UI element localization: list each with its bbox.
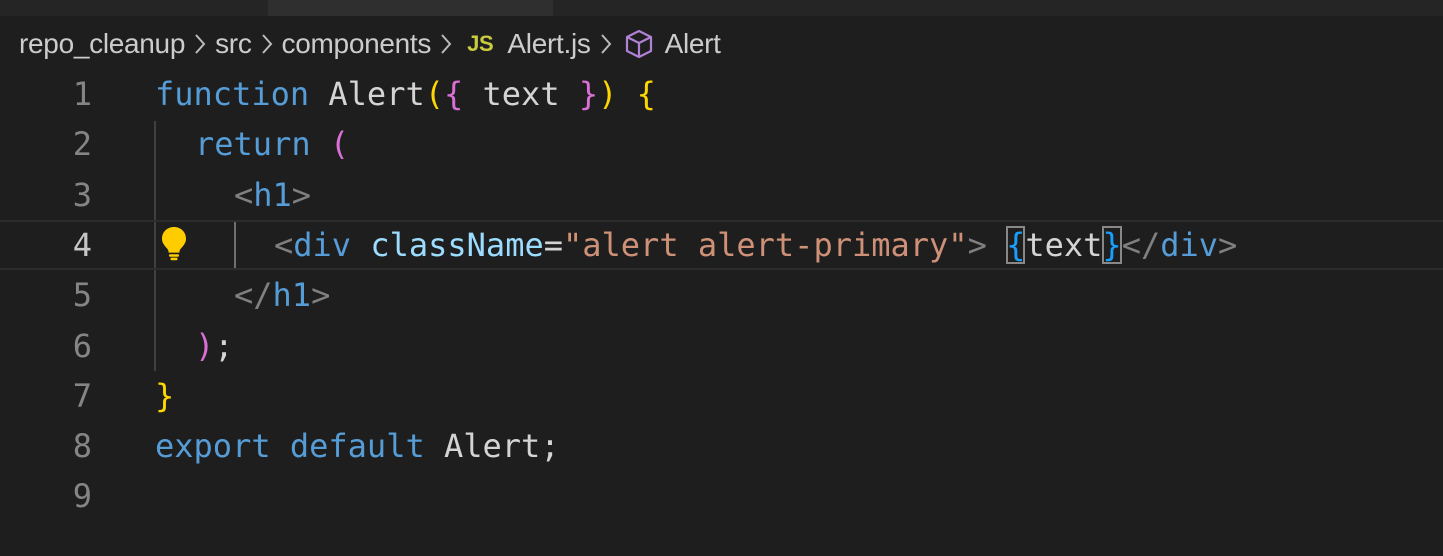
lightbulb-icon[interactable] [160, 225, 188, 261]
brace-open: { [443, 75, 464, 113]
line-content[interactable]: function Alert({ text }) { [155, 69, 656, 119]
line-content[interactable]: <h1> [234, 170, 311, 220]
tab-strip [0, 0, 1443, 16]
tag-punct: > [311, 276, 331, 315]
code-line[interactable]: 8 export default Alert; [0, 421, 1443, 471]
line-content[interactable]: export default Alert; [155, 421, 560, 471]
tag-punct: > [1218, 225, 1238, 264]
keyword-default: default [289, 427, 425, 466]
breadcrumb-item-symbol[interactable]: Alert [665, 28, 721, 60]
bracket-match-open: { [1006, 225, 1026, 264]
tag-punct: > [967, 225, 987, 264]
line-content[interactable]: </h1> [234, 270, 330, 320]
keyword-export: export [155, 427, 271, 466]
breadcrumb-item-file[interactable]: Alert.js [507, 28, 590, 60]
javascript-file-icon: JS [467, 31, 494, 56]
block-close: } [155, 376, 175, 415]
tag-div: div [1160, 225, 1219, 264]
export-identifier: Alert; [424, 427, 560, 466]
semicolon: ; [214, 326, 234, 365]
breadcrumb-item-src[interactable]: src [215, 28, 252, 60]
tag-punct: </ [1121, 225, 1161, 264]
symbol-cube-icon [623, 28, 655, 60]
code-line[interactable]: 1 function Alert({ text }) { [0, 69, 1443, 119]
paren-open: ( [329, 125, 350, 164]
equals: = [543, 225, 563, 264]
code-line[interactable]: 9 [0, 471, 1443, 521]
code-line[interactable]: 5 </h1> [0, 270, 1443, 320]
tag-h1: h1 [253, 175, 292, 214]
line-number[interactable]: 2 [0, 119, 92, 169]
line-content[interactable]: <div className="alert alert-primary"> {t… [274, 220, 1237, 270]
code-line-current[interactable]: 4 <div className="alert alert-primary"> … [0, 219, 1443, 271]
breadcrumb-item-components[interactable]: components [282, 28, 432, 60]
keyword-return: return [195, 125, 311, 164]
tab-scrollbar[interactable] [268, 0, 553, 16]
code-line[interactable]: 7 } [0, 371, 1443, 421]
bracket-match-close: } [1102, 225, 1122, 264]
paren-open: ( [424, 75, 444, 113]
breadcrumb-item-repo[interactable]: repo_cleanup [19, 28, 185, 60]
line-number[interactable]: 4 [0, 220, 92, 270]
expr-text: text [1025, 225, 1103, 264]
keyword-function: function [155, 75, 310, 113]
line-number[interactable]: 8 [0, 421, 92, 471]
function-name: Alert [328, 75, 425, 113]
tag-punct: > [291, 175, 312, 214]
tag-punct: </ [234, 276, 273, 315]
tag-punct: < [234, 175, 254, 214]
line-number[interactable]: 3 [0, 170, 92, 220]
code-editor[interactable]: 1 function Alert({ text }) { 2 return ( … [0, 69, 1443, 556]
code-line[interactable]: 6 ); [0, 321, 1443, 371]
brace-close: } [578, 75, 599, 113]
line-number[interactable]: 1 [0, 69, 92, 119]
line-number[interactable]: 5 [0, 270, 92, 320]
param-text: text [463, 75, 579, 113]
chevron-right-icon [185, 22, 215, 66]
line-number[interactable]: 9 [0, 471, 92, 521]
chevron-right-icon [252, 22, 282, 66]
chevron-right-icon [591, 22, 621, 66]
block-open: { [636, 75, 656, 113]
code-line[interactable]: 3 <h1> [0, 170, 1443, 220]
tag-div: div [293, 225, 352, 264]
code-line[interactable]: 2 return ( [0, 119, 1443, 169]
attr-classname: className [370, 225, 544, 264]
paren-close: ) [195, 326, 215, 365]
line-number[interactable]: 6 [0, 321, 92, 371]
line-content[interactable]: } [155, 371, 174, 421]
line-content[interactable]: return ( [195, 119, 349, 169]
tag-h1: h1 [272, 276, 312, 315]
tag-punct: < [274, 225, 294, 264]
attr-value-string: "alert alert-primary" [562, 225, 968, 264]
chevron-right-icon [431, 22, 461, 66]
line-number[interactable]: 7 [0, 371, 92, 421]
line-content[interactable]: ); [195, 321, 234, 371]
breadcrumb: repo_cleanup src components JS Alert.js … [19, 22, 721, 66]
paren-close: ) [598, 75, 618, 113]
